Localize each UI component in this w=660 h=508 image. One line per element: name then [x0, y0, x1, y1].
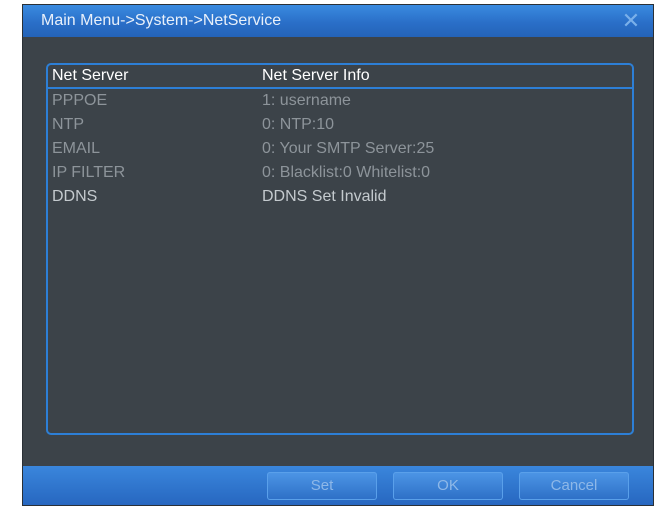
net-service-list: Net Server Net Server Info PPPOE 1: user… [46, 63, 634, 435]
row-server: DDNS [52, 188, 98, 205]
title-bar: Main Menu->System->NetService ✕ [23, 5, 653, 37]
list-item-email[interactable]: EMAIL 0: Your SMTP Server:25 [48, 138, 632, 162]
list-header: Net Server Net Server Info [48, 65, 632, 89]
netservice-dialog: Main Menu->System->NetService ✕ Net Serv… [22, 4, 654, 506]
row-info: 0: NTP:10 [262, 116, 335, 133]
column-header-net-server: Net Server [52, 67, 129, 84]
list-item-ip-filter[interactable]: IP FILTER 0: Blacklist:0 Whitelist:0 [48, 162, 632, 186]
row-server: EMAIL [52, 140, 101, 157]
close-icon[interactable]: ✕ [619, 9, 643, 33]
button-bar: Set OK Cancel [23, 466, 653, 505]
list-rows: PPPOE 1: username NTP 0: NTP:10 EMAIL 0:… [48, 90, 632, 210]
ok-button[interactable]: OK [393, 472, 503, 500]
window-title: Main Menu->System->NetService [41, 12, 282, 29]
row-info: 0: Your SMTP Server:25 [262, 140, 435, 157]
cancel-button[interactable]: Cancel [519, 472, 629, 500]
list-item-pppoe[interactable]: PPPOE 1: username [48, 90, 632, 114]
row-info: 1: username [262, 92, 351, 109]
row-info: DDNS Set Invalid [262, 188, 387, 205]
row-server: NTP [52, 116, 84, 133]
row-server: IP FILTER [52, 164, 126, 181]
set-button[interactable]: Set [267, 472, 377, 500]
row-info: 0: Blacklist:0 Whitelist:0 [262, 164, 431, 181]
list-item-ddns[interactable]: DDNS DDNS Set Invalid [48, 186, 632, 210]
list-item-ntp[interactable]: NTP 0: NTP:10 [48, 114, 632, 138]
row-server: PPPOE [52, 92, 108, 109]
column-header-net-server-info: Net Server Info [262, 67, 370, 84]
